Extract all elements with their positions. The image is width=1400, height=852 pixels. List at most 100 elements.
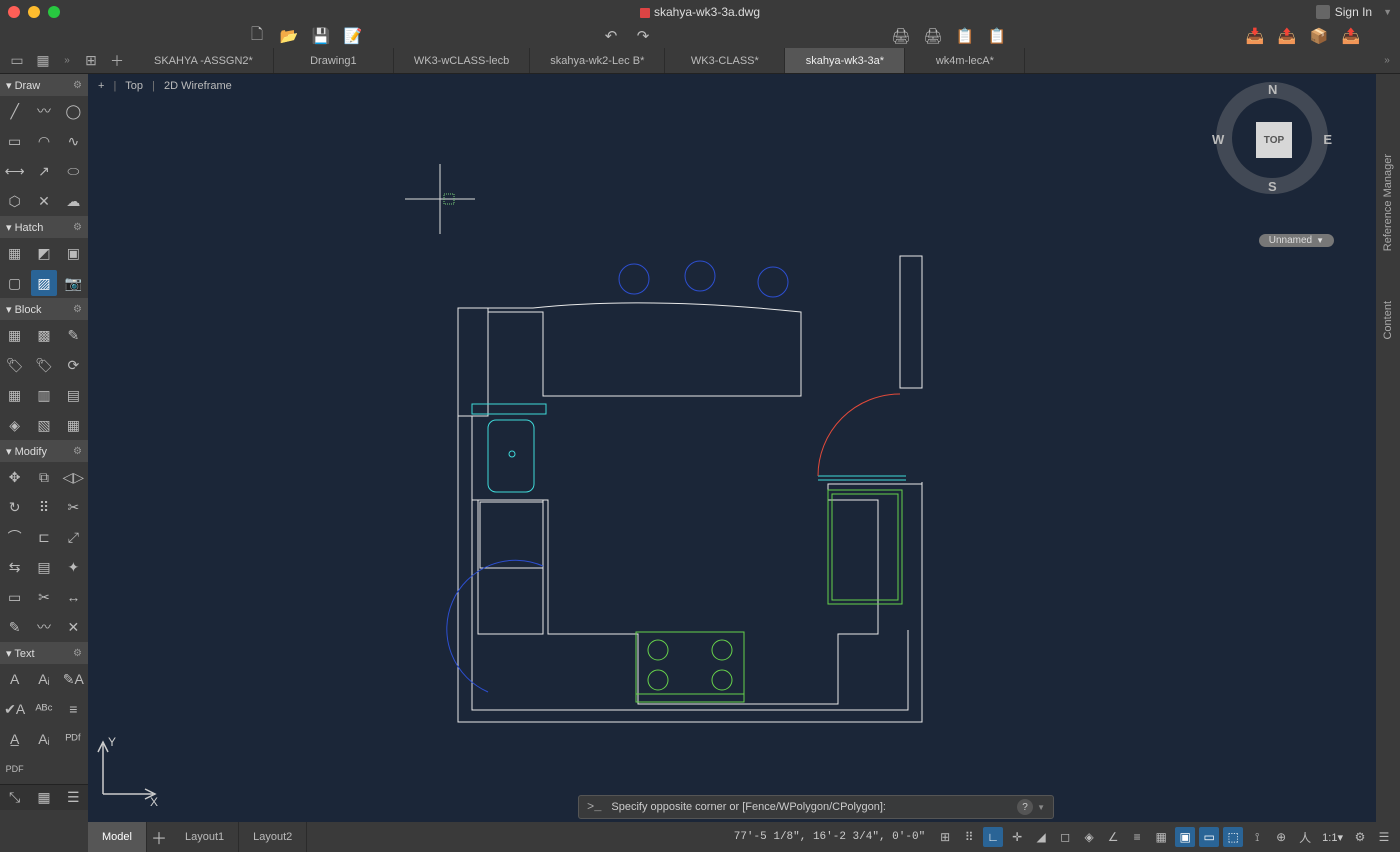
revcloud-icon[interactable]: ☁ <box>60 188 86 214</box>
customize-icon[interactable]: ☰ <box>1374 827 1394 847</box>
drawing-canvas[interactable]: Y X <box>88 74 1376 822</box>
align-icon[interactable]: ▤ <box>31 554 57 580</box>
text-edit-icon[interactable]: ✎A <box>60 666 86 692</box>
add-layout-icon[interactable]: ＋ <box>147 822 171 852</box>
edit-polyline-icon[interactable]: ✎ <box>2 614 28 640</box>
etransmit-icon[interactable]: 📦 <box>1310 27 1328 45</box>
workspace-switch-icon[interactable]: ⚙ <box>1350 827 1370 847</box>
hatch-icon[interactable]: ▦ <box>2 240 28 266</box>
pdf-icon[interactable]: PDF <box>2 756 28 782</box>
text-scale-icon[interactable]: Aᵢ <box>31 726 57 752</box>
spline-icon[interactable]: ∿ <box>60 128 86 154</box>
mirror-icon[interactable]: ◁▷ <box>60 464 86 490</box>
doc-tab-3[interactable]: skahya-wk2-Lec B* <box>530 48 665 73</box>
block-edit-icon[interactable]: ✎ <box>60 322 86 348</box>
save-icon[interactable]: 💾 <box>312 27 330 45</box>
save-as-icon[interactable]: 📝 <box>344 27 362 45</box>
doc-tab-1[interactable]: Drawing1 <box>274 48 394 73</box>
gear-icon[interactable]: ⚙ <box>73 648 82 659</box>
lineweight-icon[interactable]: ≡ <box>1127 827 1147 847</box>
tab-overflow-right-icon[interactable]: » <box>1380 55 1394 66</box>
polygon-icon[interactable]: ⬡ <box>2 188 28 214</box>
mtext-icon[interactable]: A <box>2 666 28 692</box>
anno-visibility-icon[interactable]: 人 <box>1295 827 1315 847</box>
lengthen-icon[interactable]: ↔ <box>60 584 86 610</box>
viewcube-s[interactable]: S <box>1268 179 1277 194</box>
transparency-icon[interactable]: ▦ <box>1151 827 1171 847</box>
array-icon[interactable]: ⠿ <box>31 494 57 520</box>
undo-icon[interactable]: ↶ <box>602 27 620 45</box>
snap-toggle-icon[interactable]: ⠿ <box>959 827 979 847</box>
block-tool-icon[interactable]: ▧ <box>31 412 57 438</box>
erase-icon[interactable]: ✕ <box>60 614 86 640</box>
quick-props-icon[interactable]: ⬚ <box>1223 827 1243 847</box>
grid-icon[interactable]: ⊞ <box>82 52 100 70</box>
wipeout-icon[interactable]: ▨ <box>31 270 57 296</box>
text-section-header[interactable]: ▾ Text⚙ <box>0 642 88 664</box>
palette-menu-icon[interactable]: ☰ <box>60 785 86 811</box>
find-text-icon[interactable]: ᴬᴮᶜ <box>31 696 57 722</box>
isodraft-icon[interactable]: ◢ <box>1031 827 1051 847</box>
otrack-icon[interactable]: ∠ <box>1103 827 1123 847</box>
block-section-header[interactable]: ▾ Block⚙ <box>0 298 88 320</box>
define-attr-icon[interactable]: 🏷 <box>2 352 28 378</box>
help-icon[interactable]: ? <box>1017 799 1033 815</box>
pdf-text-icon[interactable]: ᴾᴰᶠ <box>60 726 86 752</box>
region-icon[interactable]: ▢ <box>2 270 28 296</box>
edit-spline-icon[interactable]: 〰 <box>31 614 57 640</box>
explode-icon[interactable]: ✦ <box>60 554 86 580</box>
export-icon[interactable]: 📤 <box>1278 27 1296 45</box>
manage-attr-icon[interactable]: 🏷 <box>31 352 57 378</box>
chevron-down-icon[interactable]: ▼ <box>1037 803 1045 812</box>
xline-icon[interactable]: ⟷ <box>2 158 28 184</box>
hatch-section-header[interactable]: ▾ Hatch⚙ <box>0 216 88 238</box>
offset-icon[interactable]: ⊏ <box>31 524 57 550</box>
window-close-button[interactable] <box>8 6 20 18</box>
sign-in-button[interactable]: Sign In ▼ <box>1316 5 1392 19</box>
join-icon[interactable]: ▭ <box>2 584 28 610</box>
line-icon[interactable]: ╱ <box>2 98 28 124</box>
block-ref-icon[interactable]: ◈ <box>2 412 28 438</box>
layout-icon[interactable]: ▦ <box>34 52 52 70</box>
visual-style-dropdown[interactable]: Unnamed▼ <box>1259 234 1334 247</box>
text-style-icon[interactable]: Aᵢ <box>31 666 57 692</box>
fillet-icon[interactable]: ⌒ <box>2 524 28 550</box>
add-tab-plus-icon[interactable]: ＋ <box>108 52 126 70</box>
trim-icon[interactable]: ✂ <box>60 494 86 520</box>
create-block-icon[interactable]: ▩ <box>31 322 57 348</box>
model-tab[interactable]: Model <box>88 822 147 852</box>
text-align-icon[interactable]: ≡ <box>60 696 86 722</box>
dynamic-input-icon[interactable]: ▭ <box>1199 827 1219 847</box>
redo-icon[interactable]: ↷ <box>634 27 652 45</box>
polyline-icon[interactable]: 〰 <box>31 98 57 124</box>
hatch-edit-icon[interactable]: 📷 <box>60 270 86 296</box>
viewcube-e[interactable]: E <box>1323 132 1332 147</box>
set-base-icon[interactable]: ▦ <box>2 382 28 408</box>
polar-toggle-icon[interactable]: ✛ <box>1007 827 1027 847</box>
scale-icon[interactable]: ⤢ <box>60 524 86 550</box>
ellipse-icon[interactable]: ⬭ <box>60 158 86 184</box>
units-icon[interactable]: ⊕ <box>1271 827 1291 847</box>
gear-icon[interactable]: ⚙ <box>73 80 82 91</box>
boundary-icon[interactable]: ▣ <box>60 240 86 266</box>
3dosnap-icon[interactable]: ◈ <box>1079 827 1099 847</box>
workspace-icon[interactable]: ▭ <box>8 52 26 70</box>
ortho-toggle-icon[interactable]: ∟ <box>983 827 1003 847</box>
annotation-scale[interactable]: 1:1▾ <box>1319 831 1346 844</box>
arc-icon[interactable]: ◠ <box>31 128 57 154</box>
annotation-monitor-icon[interactable]: ⟟ <box>1247 827 1267 847</box>
palette-collapse-icon[interactable]: ⤡ <box>2 785 28 811</box>
doc-tab-2[interactable]: WK3-wCLASS-lecb <box>394 48 530 73</box>
reference-manager-tab[interactable]: Reference Manager <box>1380 74 1396 261</box>
content-tab[interactable]: Content <box>1380 261 1396 380</box>
doc-tab-6[interactable]: wk4m-lecA* <box>905 48 1025 73</box>
text-more-icon[interactable]: A̲ <box>2 726 28 752</box>
copy-mod-icon[interactable]: ⧉ <box>31 464 57 490</box>
gear-icon[interactable]: ⚙ <box>73 304 82 315</box>
viewcube-face-top[interactable]: TOP <box>1256 122 1292 158</box>
selection-cycling-icon[interactable]: ▣ <box>1175 827 1195 847</box>
batch-print-icon[interactable]: 🖨 <box>924 27 942 45</box>
sync-attr-icon[interactable]: ⟳ <box>60 352 86 378</box>
modify-section-header[interactable]: ▾ Modify⚙ <box>0 440 88 462</box>
grid-toggle-icon[interactable]: ⊞ <box>935 827 955 847</box>
